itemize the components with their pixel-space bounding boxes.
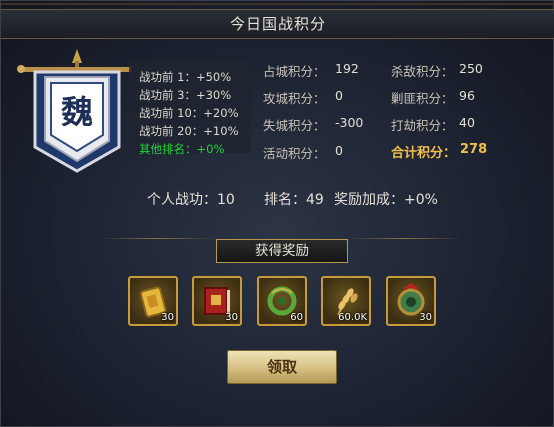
reward-item[interactable]: 60 (257, 276, 307, 326)
reward-bonus: 奖励加成：+0% (334, 192, 438, 208)
lose-score-value: -300 (335, 115, 364, 130)
rank-bonus-row-current: 其他排名：+0% (139, 142, 225, 156)
total-score-label: 合计积分： (391, 146, 457, 161)
reward-item[interactable]: 30 (386, 276, 436, 326)
activity-score-value: 0 (335, 143, 343, 158)
rank-bonus-row: 战功前 20：+10% (139, 124, 239, 138)
bandit-score-value: 96 (459, 88, 475, 103)
reward-count: 30 (225, 312, 238, 323)
reward-count: 30 (161, 312, 174, 323)
activity-score-label: 活动积分： (263, 146, 326, 161)
reward-count: 60.0K (338, 312, 367, 323)
robbery-score-label: 打劫积分： (391, 118, 454, 133)
personal-merit: 个人战功：10 (147, 192, 235, 208)
rank-position: 排名：49 (264, 192, 324, 208)
score-panel: 今日国战积分 魏 战功前 1：+50% 战功前 3：+30% 战功前 10：+2… (0, 0, 554, 427)
rank-bonus-row: 战功前 3：+30% (139, 88, 232, 102)
divider-right (348, 238, 463, 239)
rewards-title: 获得奖励 (216, 239, 348, 263)
occupy-score-value: 192 (335, 61, 359, 76)
reward-count: 60 (290, 312, 303, 323)
reward-item[interactable]: 30 (192, 276, 242, 326)
top-border (1, 3, 554, 5)
claim-button[interactable]: 领取 (227, 350, 337, 384)
divider-left (101, 238, 216, 239)
faction-banner: 魏 (11, 47, 137, 177)
attack-score-label: 攻城积分： (263, 91, 326, 106)
lose-score-label: 失城积分： (263, 118, 326, 133)
kill-score-value: 250 (459, 61, 483, 76)
rank-bonus-row: 战功前 10：+20% (139, 106, 239, 120)
kill-score-label: 杀敌积分： (391, 64, 454, 79)
reward-item[interactable]: 30 (128, 276, 178, 326)
rank-bonus-row: 战功前 1：+50% (139, 70, 232, 84)
reward-count: 30 (419, 312, 432, 323)
reward-item[interactable]: 60.0K (321, 276, 371, 326)
bandit-score-label: 剿匪积分： (391, 91, 454, 106)
robbery-score-value: 40 (459, 115, 475, 130)
total-score-value: 278 (460, 142, 488, 157)
banner-character: 魏 (60, 93, 93, 131)
window-title: 今日国战积分 (1, 9, 554, 39)
occupy-score-label: 占城积分： (263, 64, 326, 79)
attack-score-value: 0 (335, 88, 343, 103)
